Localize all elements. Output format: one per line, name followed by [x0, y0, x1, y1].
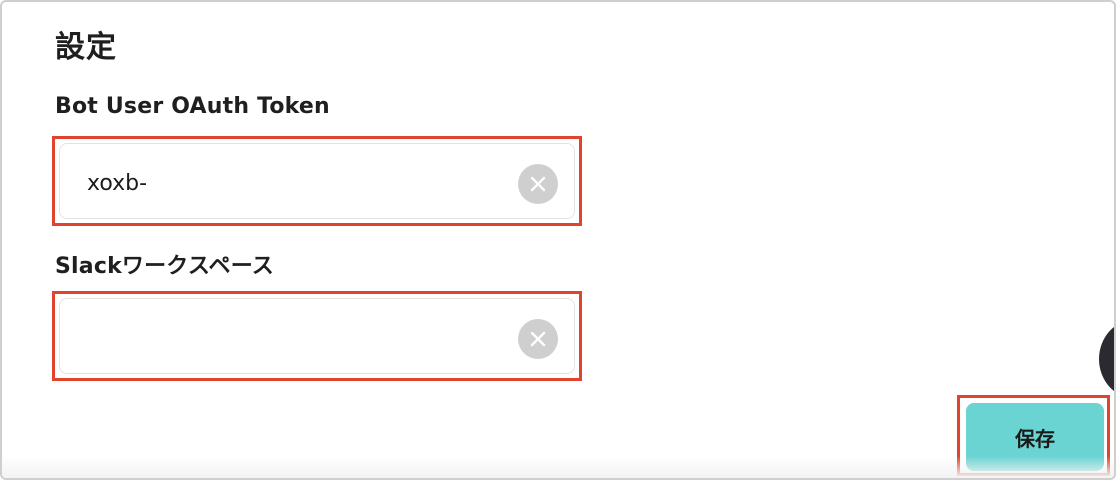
- chat-launcher-icon[interactable]: [1099, 320, 1114, 398]
- bot-token-highlight: xoxb-: [52, 136, 582, 226]
- bot-token-input[interactable]: xoxb-: [59, 143, 575, 219]
- slack-workspace-highlight: [52, 291, 582, 381]
- close-icon: [530, 176, 546, 192]
- bot-token-value: xoxb-: [87, 171, 148, 196]
- slack-workspace-label: Slackワークスペース: [55, 254, 275, 279]
- settings-panel: 設定 Bot User OAuth Token xoxb- Slackワークスペ…: [0, 0, 1116, 480]
- page-title: 設定: [55, 30, 117, 65]
- slack-workspace-input[interactable]: [59, 298, 575, 374]
- slack-workspace-clear-button[interactable]: [518, 319, 558, 359]
- bot-token-label: Bot User OAuth Token: [55, 94, 330, 119]
- bot-token-clear-button[interactable]: [518, 164, 558, 204]
- close-icon: [530, 331, 546, 347]
- bottom-shade: [2, 456, 1114, 478]
